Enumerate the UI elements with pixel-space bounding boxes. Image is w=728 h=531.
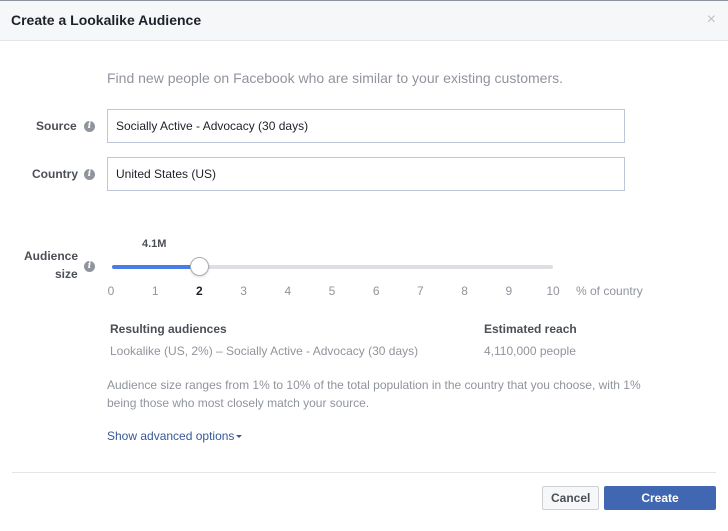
slider-value-label: 4.1M [142, 238, 167, 250]
intro-text: Find new people on Facebook who are simi… [107, 70, 563, 86]
dialog-header: Create a Lookalike Audience × [0, 1, 728, 41]
caret-down-icon [236, 435, 243, 439]
slider-tick-0[interactable]: 0 [108, 284, 115, 298]
country-info-icon[interactable]: i [84, 169, 95, 180]
slider-tick-2[interactable]: 2 [196, 284, 203, 298]
dialog-title: Create a Lookalike Audience [11, 12, 202, 28]
slider-tick-7[interactable]: 7 [417, 284, 424, 298]
slider-tick-9[interactable]: 9 [505, 284, 512, 298]
show-advanced-options-link[interactable]: Show advanced options [107, 429, 243, 443]
country-label: Country [32, 167, 78, 181]
estimated-reach-header: Estimated reach [484, 322, 577, 336]
slider-tick-1[interactable]: 1 [152, 284, 159, 298]
audience-size-info-icon[interactable]: i [84, 261, 95, 272]
create-audience-button[interactable]: Create Audience [604, 486, 716, 527]
slider-tick-4[interactable]: 4 [284, 284, 291, 298]
footer-divider [12, 472, 716, 473]
slider-tick-10[interactable]: 10 [546, 284, 559, 298]
slider-tick-6[interactable]: 6 [373, 284, 380, 298]
slider-tick-8[interactable]: 8 [461, 284, 468, 298]
audience-size-slider-track[interactable] [112, 257, 553, 276]
source-label: Source [36, 119, 77, 133]
show-advanced-options-label: Show advanced options [107, 429, 235, 443]
slider-unit-label: % of country [576, 284, 643, 298]
audience-size-note: Audience size ranges from 1% to 10% of t… [107, 378, 641, 410]
audience-size-label-line2: size [55, 267, 78, 281]
country-input[interactable] [107, 157, 625, 191]
resulting-audiences-header: Resulting audiences [110, 322, 227, 336]
slider-tick-5[interactable]: 5 [329, 284, 336, 298]
estimated-reach-value: 4,110,000 people [484, 344, 576, 358]
audience-size-label-line1: Audience [24, 249, 79, 263]
source-info-icon[interactable]: i [84, 121, 95, 132]
cancel-button[interactable]: Cancel [542, 486, 599, 510]
source-input[interactable] [107, 109, 625, 143]
resulting-audience-name: Lookalike (US, 2%) – Socially Active - A… [110, 344, 419, 358]
slider-fill [112, 265, 201, 269]
slider-tick-3[interactable]: 3 [240, 284, 247, 298]
slider-thumb[interactable] [190, 257, 210, 276]
close-icon[interactable]: × [707, 11, 716, 29]
